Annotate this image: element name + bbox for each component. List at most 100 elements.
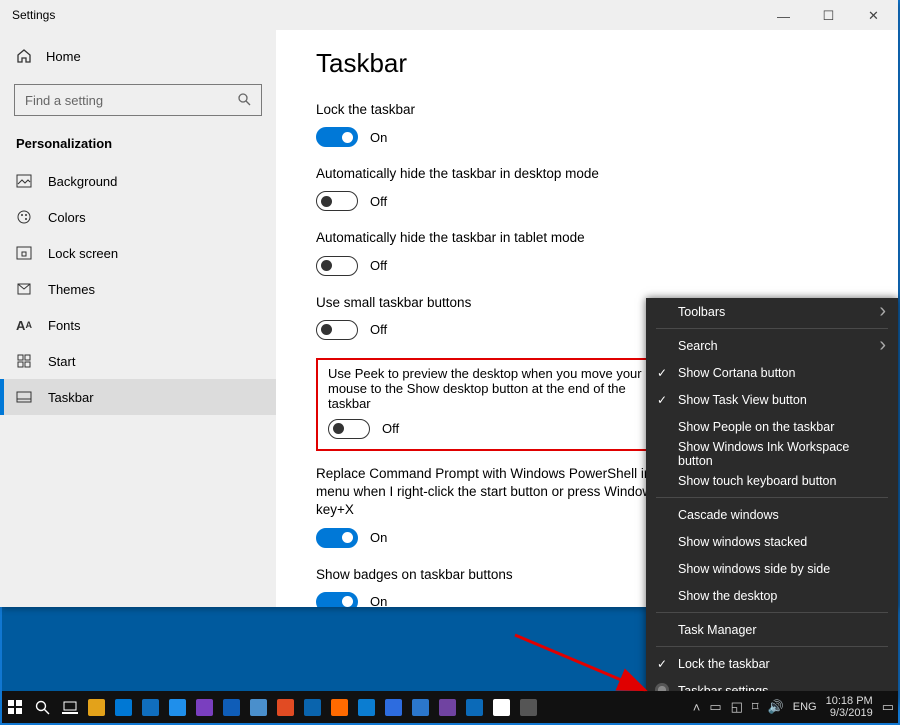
context-menu-item[interactable]: Show Windows Ink Workspace button xyxy=(646,440,898,467)
minimize-button[interactable]: — xyxy=(761,2,806,30)
app-icon[interactable] xyxy=(245,691,272,723)
app-icon[interactable] xyxy=(380,691,407,723)
app-icon[interactable] xyxy=(461,691,488,723)
sidebar-item-themes[interactable]: Themes xyxy=(0,271,276,307)
tray-time: 10:18 PM xyxy=(826,695,873,707)
context-menu-item[interactable]: Show People on the taskbar xyxy=(646,413,898,440)
app-icon[interactable] xyxy=(218,691,245,723)
app-icon[interactable] xyxy=(407,691,434,723)
fonts-icon: AA xyxy=(16,317,32,333)
sound-icon[interactable]: 🔊 xyxy=(768,699,784,715)
setting-label: Replace Command Prompt with Windows Powe… xyxy=(316,465,676,520)
setting-label: Show badges on taskbar buttons xyxy=(316,566,676,584)
setting-option: Replace Command Prompt with Windows Powe… xyxy=(316,465,676,548)
titlebar: Settings — ☐ ✕ xyxy=(0,0,898,30)
app-icon[interactable] xyxy=(110,691,137,723)
cast-icon[interactable]: ⌑ xyxy=(752,699,759,715)
app-icon[interactable] xyxy=(191,691,218,723)
tray-chevron-icon[interactable]: ˄ xyxy=(693,700,701,715)
start-button[interactable] xyxy=(2,691,29,723)
sidebar-item-lockscreen[interactable]: Lock screen xyxy=(0,235,276,271)
search-placeholder: Find a setting xyxy=(25,93,103,108)
search-input[interactable]: Find a setting xyxy=(14,84,262,116)
sidebar-item-fonts[interactable]: AA Fonts xyxy=(0,307,276,343)
sidebar: Home Find a setting Personalization Back… xyxy=(0,30,276,607)
toggle-switch[interactable] xyxy=(316,320,358,340)
search-button[interactable] xyxy=(29,691,56,723)
system-tray[interactable]: ˄ ▭ ◱ ⌑ 🔊 ENG 10:18 PM 9/3/2019 ▭ xyxy=(693,691,894,723)
sidebar-item-label: Fonts xyxy=(48,318,81,333)
sidebar-item-colors[interactable]: Colors xyxy=(0,199,276,235)
toggle-switch[interactable] xyxy=(316,592,358,607)
sidebar-item-label: Taskbar xyxy=(48,390,94,405)
sidebar-item-label: Themes xyxy=(48,282,95,297)
setting-label: Use Peek to preview the desktop when you… xyxy=(328,366,664,411)
toggle-switch[interactable] xyxy=(316,191,358,211)
home-icon xyxy=(16,48,32,64)
setting-label: Use small taskbar buttons xyxy=(316,294,676,312)
clock[interactable]: 10:18 PM 9/3/2019 xyxy=(826,695,873,719)
context-menu-item[interactable]: Show windows side by side xyxy=(646,555,898,582)
app-icon[interactable] xyxy=(137,691,164,723)
context-menu-item[interactable]: Search xyxy=(646,332,898,359)
category-header: Personalization xyxy=(0,130,276,163)
setting-option: Lock the taskbar On xyxy=(316,101,676,147)
close-button[interactable]: ✕ xyxy=(851,2,896,30)
notifications-icon[interactable]: ▭ xyxy=(882,699,894,715)
app-icon[interactable] xyxy=(434,691,461,723)
setting-option: Use small taskbar buttonsOff xyxy=(316,294,676,340)
app-icon[interactable] xyxy=(272,691,299,723)
toggle-switch[interactable] xyxy=(316,528,358,548)
app-icon[interactable] xyxy=(83,691,110,723)
context-menu-item[interactable]: Show Task View button xyxy=(646,386,898,413)
sidebar-item-background[interactable]: Background xyxy=(0,163,276,199)
toggle-value: On xyxy=(370,594,387,607)
toggle-value: On xyxy=(370,130,387,145)
picture-icon xyxy=(16,173,32,189)
context-menu-item[interactable]: Lock the taskbar xyxy=(646,650,898,677)
sidebar-item-start[interactable]: Start xyxy=(0,343,276,379)
toggle-switch[interactable] xyxy=(316,256,358,276)
sidebar-item-label: Background xyxy=(48,174,117,189)
page-title: Taskbar xyxy=(316,48,858,79)
start-icon xyxy=(16,353,32,369)
lockscreen-icon xyxy=(16,245,32,261)
toggle-value: Off xyxy=(370,258,387,273)
tray-language[interactable]: ENG xyxy=(793,701,817,713)
toggle-value: Off xyxy=(382,421,399,436)
maximize-button[interactable]: ☐ xyxy=(806,2,851,30)
context-menu-item[interactable]: Show touch keyboard button xyxy=(646,467,898,494)
search-icon xyxy=(237,92,251,109)
context-menu-item[interactable]: Toolbars xyxy=(646,298,898,325)
setting-option: Use Peek to preview the desktop when you… xyxy=(316,358,676,451)
palette-icon xyxy=(16,209,32,225)
toggle-switch[interactable] xyxy=(328,419,370,439)
menu-separator xyxy=(656,328,888,329)
context-menu-item[interactable]: Show Cortana button xyxy=(646,359,898,386)
app-icon[interactable] xyxy=(353,691,380,723)
context-menu-item[interactable]: Show the desktop xyxy=(646,582,898,609)
toggle-value: On xyxy=(370,530,387,545)
tray-date: 9/3/2019 xyxy=(826,707,873,719)
context-menu-item[interactable]: Task Manager xyxy=(646,616,898,643)
home-label: Home xyxy=(46,49,81,64)
sidebar-item-taskbar[interactable]: Taskbar xyxy=(0,379,276,415)
themes-icon xyxy=(16,281,32,297)
context-menu-item[interactable]: Cascade windows xyxy=(646,501,898,528)
taskview-button[interactable] xyxy=(56,691,83,723)
app-icon[interactable] xyxy=(299,691,326,723)
annotation-arrow xyxy=(510,630,670,710)
home-link[interactable]: Home xyxy=(0,40,276,72)
toggle-switch[interactable] xyxy=(316,127,358,147)
app-icon[interactable] xyxy=(326,691,353,723)
app-icon[interactable] xyxy=(164,691,191,723)
menu-separator xyxy=(656,612,888,613)
sidebar-item-label: Colors xyxy=(48,210,86,225)
network-icon[interactable]: ◱ xyxy=(731,699,743,715)
setting-label: Lock the taskbar xyxy=(316,101,676,119)
setting-label: Automatically hide the taskbar in tablet… xyxy=(316,229,676,247)
context-menu-item[interactable]: Show windows stacked xyxy=(646,528,898,555)
menu-separator xyxy=(656,646,888,647)
battery-icon[interactable]: ▭ xyxy=(709,699,721,715)
menu-separator xyxy=(656,497,888,498)
